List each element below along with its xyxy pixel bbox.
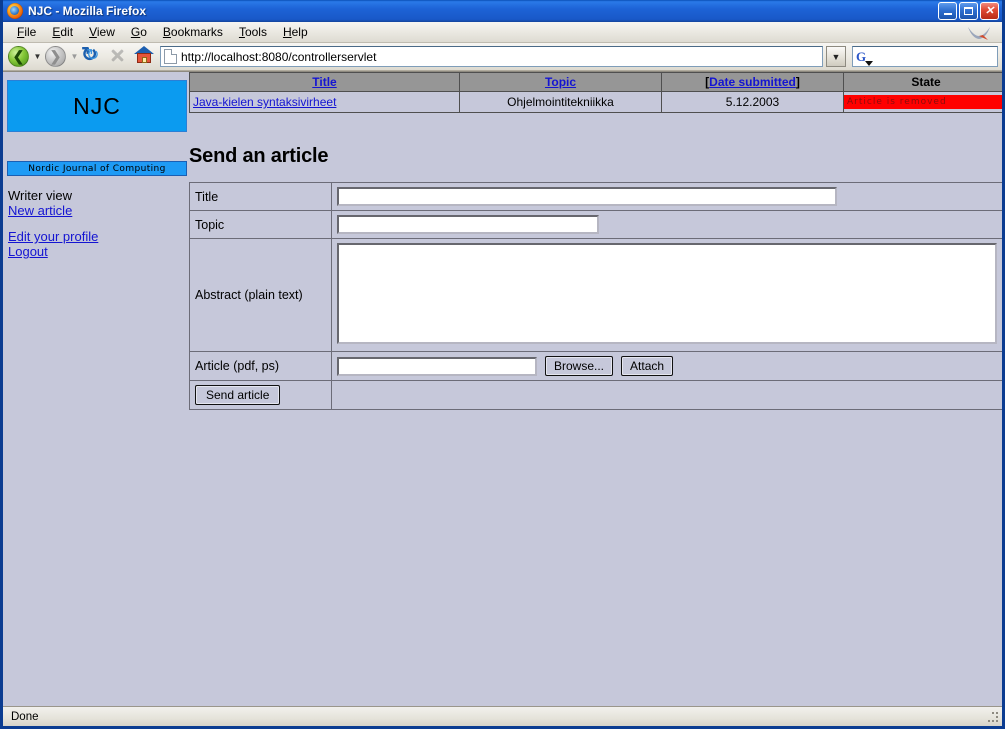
main-column: Title Topic [Date submitted] State Java-… [189, 72, 1002, 706]
reload-button[interactable] [81, 45, 105, 69]
menu-item-view[interactable]: View [81, 23, 123, 41]
form-row-title: Title [189, 182, 1002, 211]
form-row-topic: Topic [189, 210, 1002, 239]
column-header-state-label: State [911, 75, 941, 89]
status-bar: Done [3, 706, 1002, 726]
browser-window: NJC - Mozilla Firefox ✕ File Edit View G… [0, 0, 1005, 729]
cell-article-topic: Ohjelmointitekniikka [459, 91, 662, 113]
firefox-branding-icon [964, 23, 994, 42]
menu-item-bookmarks[interactable]: Bookmarks [155, 23, 231, 41]
label-abstract: Abstract (plain text) [189, 238, 332, 352]
window-controls: ✕ [938, 2, 999, 20]
sidebar-item-edit-profile[interactable]: Edit your profile [8, 229, 187, 244]
menu-bar: File Edit View Go Bookmarks Tools Help [3, 22, 1002, 43]
cell-article-state: Article is removed [843, 91, 1002, 113]
browse-button[interactable]: Browse... [545, 356, 614, 376]
sidebar-item-new-article[interactable]: New article [8, 203, 187, 218]
sort-link-date-submitted[interactable]: Date submitted [709, 75, 796, 89]
search-bar[interactable]: G [852, 46, 998, 67]
cell-send-button: Send article [189, 380, 332, 410]
navigation-toolbar: ❮ ▼ ❯ ▼ http://localhost:8080/controller… [3, 43, 1002, 71]
menu-item-help[interactable]: Help [275, 23, 316, 41]
form-row-article-file: Article (pdf, ps) Browse... Attach [189, 351, 1002, 381]
firefox-logo-icon [7, 3, 23, 19]
field-cell-topic [331, 210, 1002, 239]
minimize-button[interactable] [938, 2, 957, 20]
home-button[interactable] [133, 45, 157, 69]
close-button[interactable]: ✕ [980, 2, 999, 20]
field-cell-article-file: Browse... Attach [331, 351, 1002, 381]
sidebar-item-logout[interactable]: Logout [8, 244, 187, 259]
form-row-abstract: Abstract (plain text) [189, 238, 1002, 352]
article-file-input[interactable] [337, 356, 537, 376]
page-content: NJC Nordic Journal of Computing Writer v… [3, 71, 1002, 706]
resize-grip[interactable] [986, 712, 1000, 724]
cell-article-date: 5.12.2003 [661, 91, 844, 113]
abstract-textarea[interactable] [337, 243, 997, 344]
stop-button [107, 45, 131, 69]
url-dropdown-button[interactable]: ▼ [826, 46, 846, 67]
topic-input[interactable] [337, 215, 599, 234]
title-bar: NJC - Mozilla Firefox ✕ [3, 0, 1002, 22]
sidebar-role-label: Writer view [8, 188, 73, 203]
maximize-button[interactable] [959, 2, 978, 20]
menu-item-edit[interactable]: Edit [44, 23, 81, 41]
column-header-topic[interactable]: Topic [459, 72, 662, 92]
articles-table: Title Topic [Date submitted] State Java-… [189, 72, 1002, 113]
sidebar-links: Writer view New article Edit your profil… [8, 188, 187, 259]
column-header-state: State [843, 72, 1002, 92]
menu-item-file[interactable]: File [9, 23, 44, 41]
page-title: Send an article [189, 145, 329, 167]
table-row: Java-kielen syntaksivirheet Ohjelmointit… [189, 91, 1002, 113]
send-article-form: Title Topic Abstract (plain text) Articl… [189, 182, 1002, 410]
back-button[interactable]: ❮ [7, 45, 31, 69]
page-icon [164, 49, 177, 64]
status-badge: Article is removed [844, 95, 1002, 109]
column-header-date-submitted[interactable]: [Date submitted] [661, 72, 844, 92]
label-topic: Topic [189, 210, 332, 239]
label-article-file: Article (pdf, ps) [189, 351, 332, 381]
bracket-close: ] [795, 75, 800, 89]
njc-logo: NJC [7, 80, 187, 132]
google-logo-icon: G [856, 50, 874, 66]
article-title-link[interactable]: Java-kielen syntaksivirheet [193, 95, 336, 109]
cell-article-title[interactable]: Java-kielen syntaksivirheet [189, 91, 460, 113]
url-bar[interactable]: http://localhost:8080/controllerservlet [160, 46, 823, 67]
back-history-chevron-icon[interactable]: ▼ [33, 52, 42, 61]
sort-link-topic[interactable]: Topic [545, 75, 576, 89]
column-header-title[interactable]: Title [189, 72, 460, 92]
label-title: Title [189, 182, 332, 211]
sidebar: NJC Nordic Journal of Computing Writer v… [3, 72, 189, 706]
cell-submit-spacer [331, 380, 1002, 410]
file-input-group: Browse... Attach [337, 356, 997, 376]
sort-link-title[interactable]: Title [312, 75, 336, 89]
njc-banner: Nordic Journal of Computing [7, 161, 187, 176]
window-title: NJC - Mozilla Firefox [28, 4, 147, 18]
form-row-submit: Send article [189, 380, 1002, 410]
attach-button[interactable]: Attach [621, 356, 674, 376]
forward-button[interactable]: ❯ [44, 45, 68, 69]
status-text: Done [11, 710, 39, 723]
field-cell-abstract [331, 238, 1002, 352]
menu-item-tools[interactable]: Tools [231, 23, 275, 41]
menu-item-go[interactable]: Go [123, 23, 155, 41]
title-input[interactable] [337, 187, 837, 206]
forward-history-chevron-icon[interactable]: ▼ [70, 52, 79, 61]
articles-table-header-row: Title Topic [Date submitted] State [189, 72, 1002, 92]
send-article-button[interactable]: Send article [195, 385, 281, 405]
url-text: http://localhost:8080/controllerservlet [181, 49, 377, 64]
field-cell-title [331, 182, 1002, 211]
